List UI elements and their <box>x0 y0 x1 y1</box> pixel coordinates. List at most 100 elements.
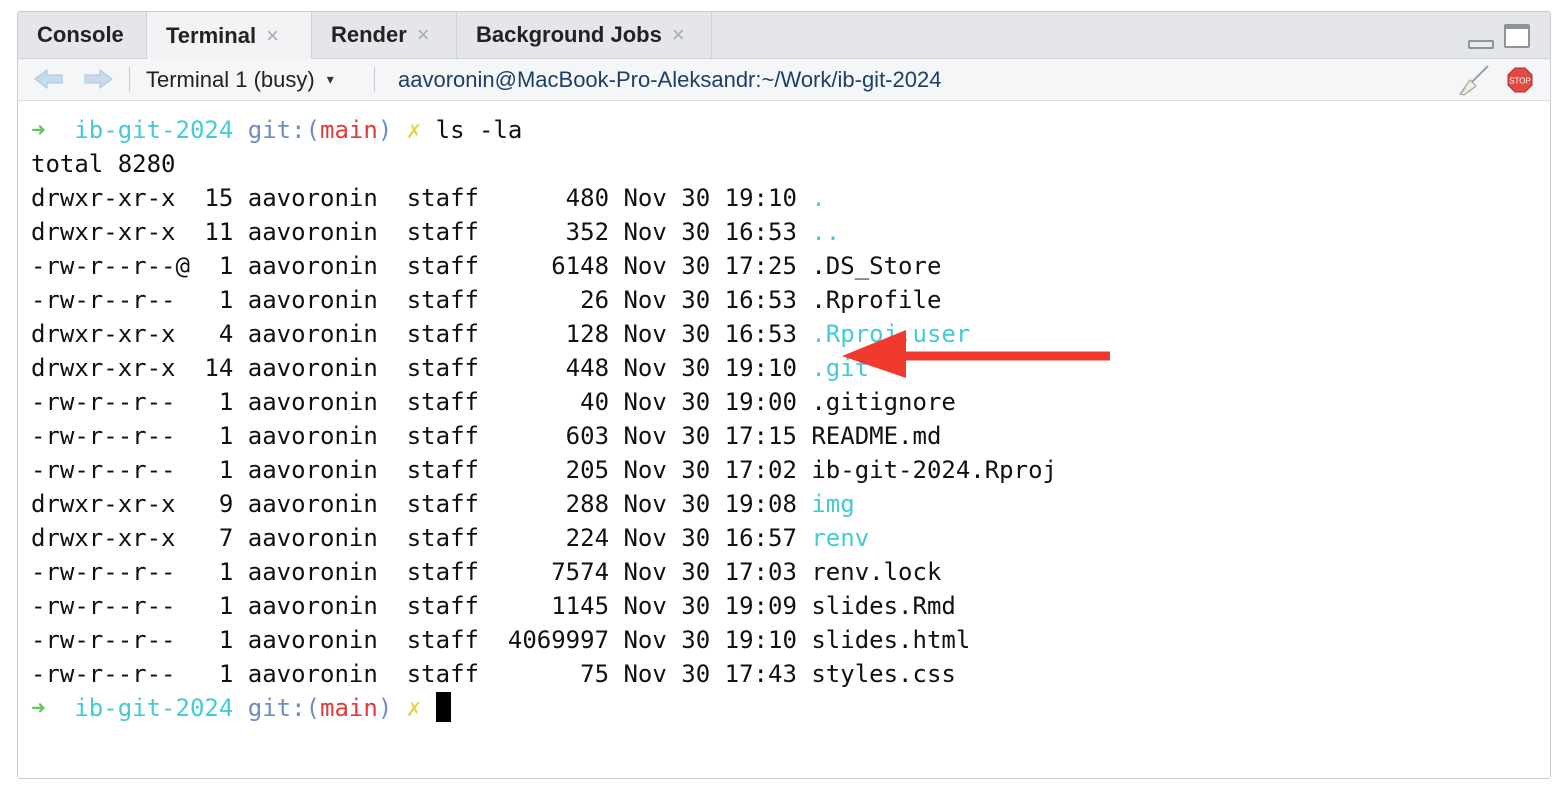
file-day: 30 <box>681 320 711 348</box>
prompt-git-open: git:( <box>247 694 321 722</box>
file-links: 15 <box>189 184 234 212</box>
file-time: 17:25 <box>724 252 797 280</box>
file-size: 352 <box>478 218 610 246</box>
file-perms: -rw-r--r--@ <box>31 252 190 280</box>
file-group: staff <box>406 456 479 484</box>
file-row: drwxr-xr-x 4 aavoronin staff 128 Nov 30 … <box>31 317 970 351</box>
file-size: 26 <box>478 286 610 314</box>
file-name: renv.lock <box>811 558 942 586</box>
file-month: Nov <box>623 286 667 314</box>
file-time: 19:10 <box>724 354 797 382</box>
prompt-branch: main <box>320 116 378 144</box>
file-row: -rw-r--r-- 1 aavoronin staff 75 Nov 30 1… <box>31 657 956 691</box>
arrow-right-icon[interactable] <box>81 67 115 91</box>
file-perms: drwxr-xr-x <box>31 524 190 552</box>
file-row: -rw-r--r-- 1 aavoronin staff 40 Nov 30 1… <box>31 385 956 419</box>
file-owner: aavoronin <box>247 320 378 348</box>
file-month: Nov <box>623 592 667 620</box>
file-group: staff <box>406 558 479 586</box>
file-name: slides.Rmd <box>811 592 956 620</box>
file-group: staff <box>406 660 479 688</box>
terminal-select[interactable]: Terminal 1 (busy) ▾ <box>146 59 334 100</box>
file-row: drwxr-xr-x 9 aavoronin staff 288 Nov 30 … <box>31 487 855 521</box>
file-perms: -rw-r--r-- <box>31 558 190 586</box>
file-group: staff <box>406 286 479 314</box>
file-links: 11 <box>189 218 234 246</box>
prompt-dir: ib-git-2024 <box>74 694 234 722</box>
tab-console[interactable]: Console <box>18 12 147 58</box>
chevron-down-icon: ▾ <box>326 71 334 87</box>
file-month: Nov <box>623 524 667 552</box>
prompt-arrow: ➜ <box>31 116 46 144</box>
file-links: 1 <box>189 252 234 280</box>
tab-background-jobs[interactable]: Background Jobs × <box>457 12 712 58</box>
file-time: 16:53 <box>724 286 797 314</box>
file-size: 4069997 <box>478 626 610 654</box>
file-links: 1 <box>189 422 234 450</box>
file-owner: aavoronin <box>247 218 378 246</box>
file-size: 75 <box>478 660 610 688</box>
file-month: Nov <box>623 218 667 246</box>
pane-tabbar: Console Terminal × Render × Background J… <box>18 12 1550 59</box>
prompt-branch: main <box>320 694 378 722</box>
file-owner: aavoronin <box>247 252 378 280</box>
file-row: -rw-r--r-- 1 aavoronin staff 603 Nov 30 … <box>31 419 941 453</box>
file-links: 7 <box>189 524 234 552</box>
file-day: 30 <box>681 456 711 484</box>
file-size: 6148 <box>478 252 610 280</box>
arrow-left-icon[interactable] <box>32 67 66 91</box>
file-size: 205 <box>478 456 610 484</box>
file-day: 30 <box>681 388 711 416</box>
file-day: 30 <box>681 422 711 450</box>
file-size: 1145 <box>478 592 610 620</box>
file-perms: -rw-r--r-- <box>31 626 190 654</box>
tab-render[interactable]: Render × <box>312 12 457 58</box>
maximize-pane-icon[interactable] <box>1504 24 1530 48</box>
toolbar-separator <box>129 67 130 92</box>
file-name: .DS_Store <box>811 252 942 280</box>
file-time: 16:53 <box>724 320 797 348</box>
file-row: -rw-r--r--@ 1 aavoronin staff 6148 Nov 3… <box>31 249 941 283</box>
file-perms: drwxr-xr-x <box>31 354 190 382</box>
file-name: README.md <box>811 422 942 450</box>
prompt-dir: ib-git-2024 <box>74 116 234 144</box>
tab-terminal[interactable]: Terminal × <box>146 12 312 59</box>
close-icon[interactable]: × <box>672 22 685 48</box>
file-month: Nov <box>623 388 667 416</box>
tab-label: Background Jobs <box>476 22 662 47</box>
file-time: 17:43 <box>724 660 797 688</box>
file-perms: -rw-r--r-- <box>31 660 190 688</box>
file-perms: -rw-r--r-- <box>31 286 190 314</box>
file-links: 14 <box>189 354 234 382</box>
file-day: 30 <box>681 218 711 246</box>
terminal-output[interactable]: ➜ ib-git-2024 git:(main) ✗ ls -la total … <box>18 101 1550 778</box>
file-time: 19:10 <box>724 184 797 212</box>
file-month: Nov <box>623 490 667 518</box>
file-month: Nov <box>623 320 667 348</box>
file-links: 1 <box>189 388 234 416</box>
file-perms: -rw-r--r-- <box>31 456 190 484</box>
file-name: img <box>811 490 855 518</box>
minimize-pane-icon[interactable] <box>1468 40 1494 49</box>
file-group: staff <box>406 524 479 552</box>
close-icon[interactable]: × <box>266 23 279 49</box>
file-row: -rw-r--r-- 1 aavoronin staff 205 Nov 30 … <box>31 453 1057 487</box>
terminal-toolbar: Terminal 1 (busy) ▾ aavoronin@MacBook-Pr… <box>18 59 1550 101</box>
file-name: renv <box>811 524 870 552</box>
file-row: -rw-r--r-- 1 aavoronin staff 7574 Nov 30… <box>31 555 941 589</box>
file-row: drwxr-xr-x 7 aavoronin staff 224 Nov 30 … <box>31 521 869 555</box>
tab-label: Render <box>331 22 407 47</box>
stop-icon[interactable]: STOP <box>1507 67 1533 93</box>
file-links: 1 <box>189 286 234 314</box>
file-time: 19:08 <box>724 490 797 518</box>
file-day: 30 <box>681 286 711 314</box>
file-month: Nov <box>623 558 667 586</box>
file-size: 448 <box>478 354 610 382</box>
file-perms: -rw-r--r-- <box>31 388 190 416</box>
file-row: -rw-r--r-- 1 aavoronin staff 26 Nov 30 1… <box>31 283 941 317</box>
broom-icon[interactable] <box>1452 64 1492 96</box>
file-links: 9 <box>189 490 234 518</box>
close-icon[interactable]: × <box>417 22 430 48</box>
file-time: 17:02 <box>724 456 797 484</box>
file-day: 30 <box>681 626 711 654</box>
